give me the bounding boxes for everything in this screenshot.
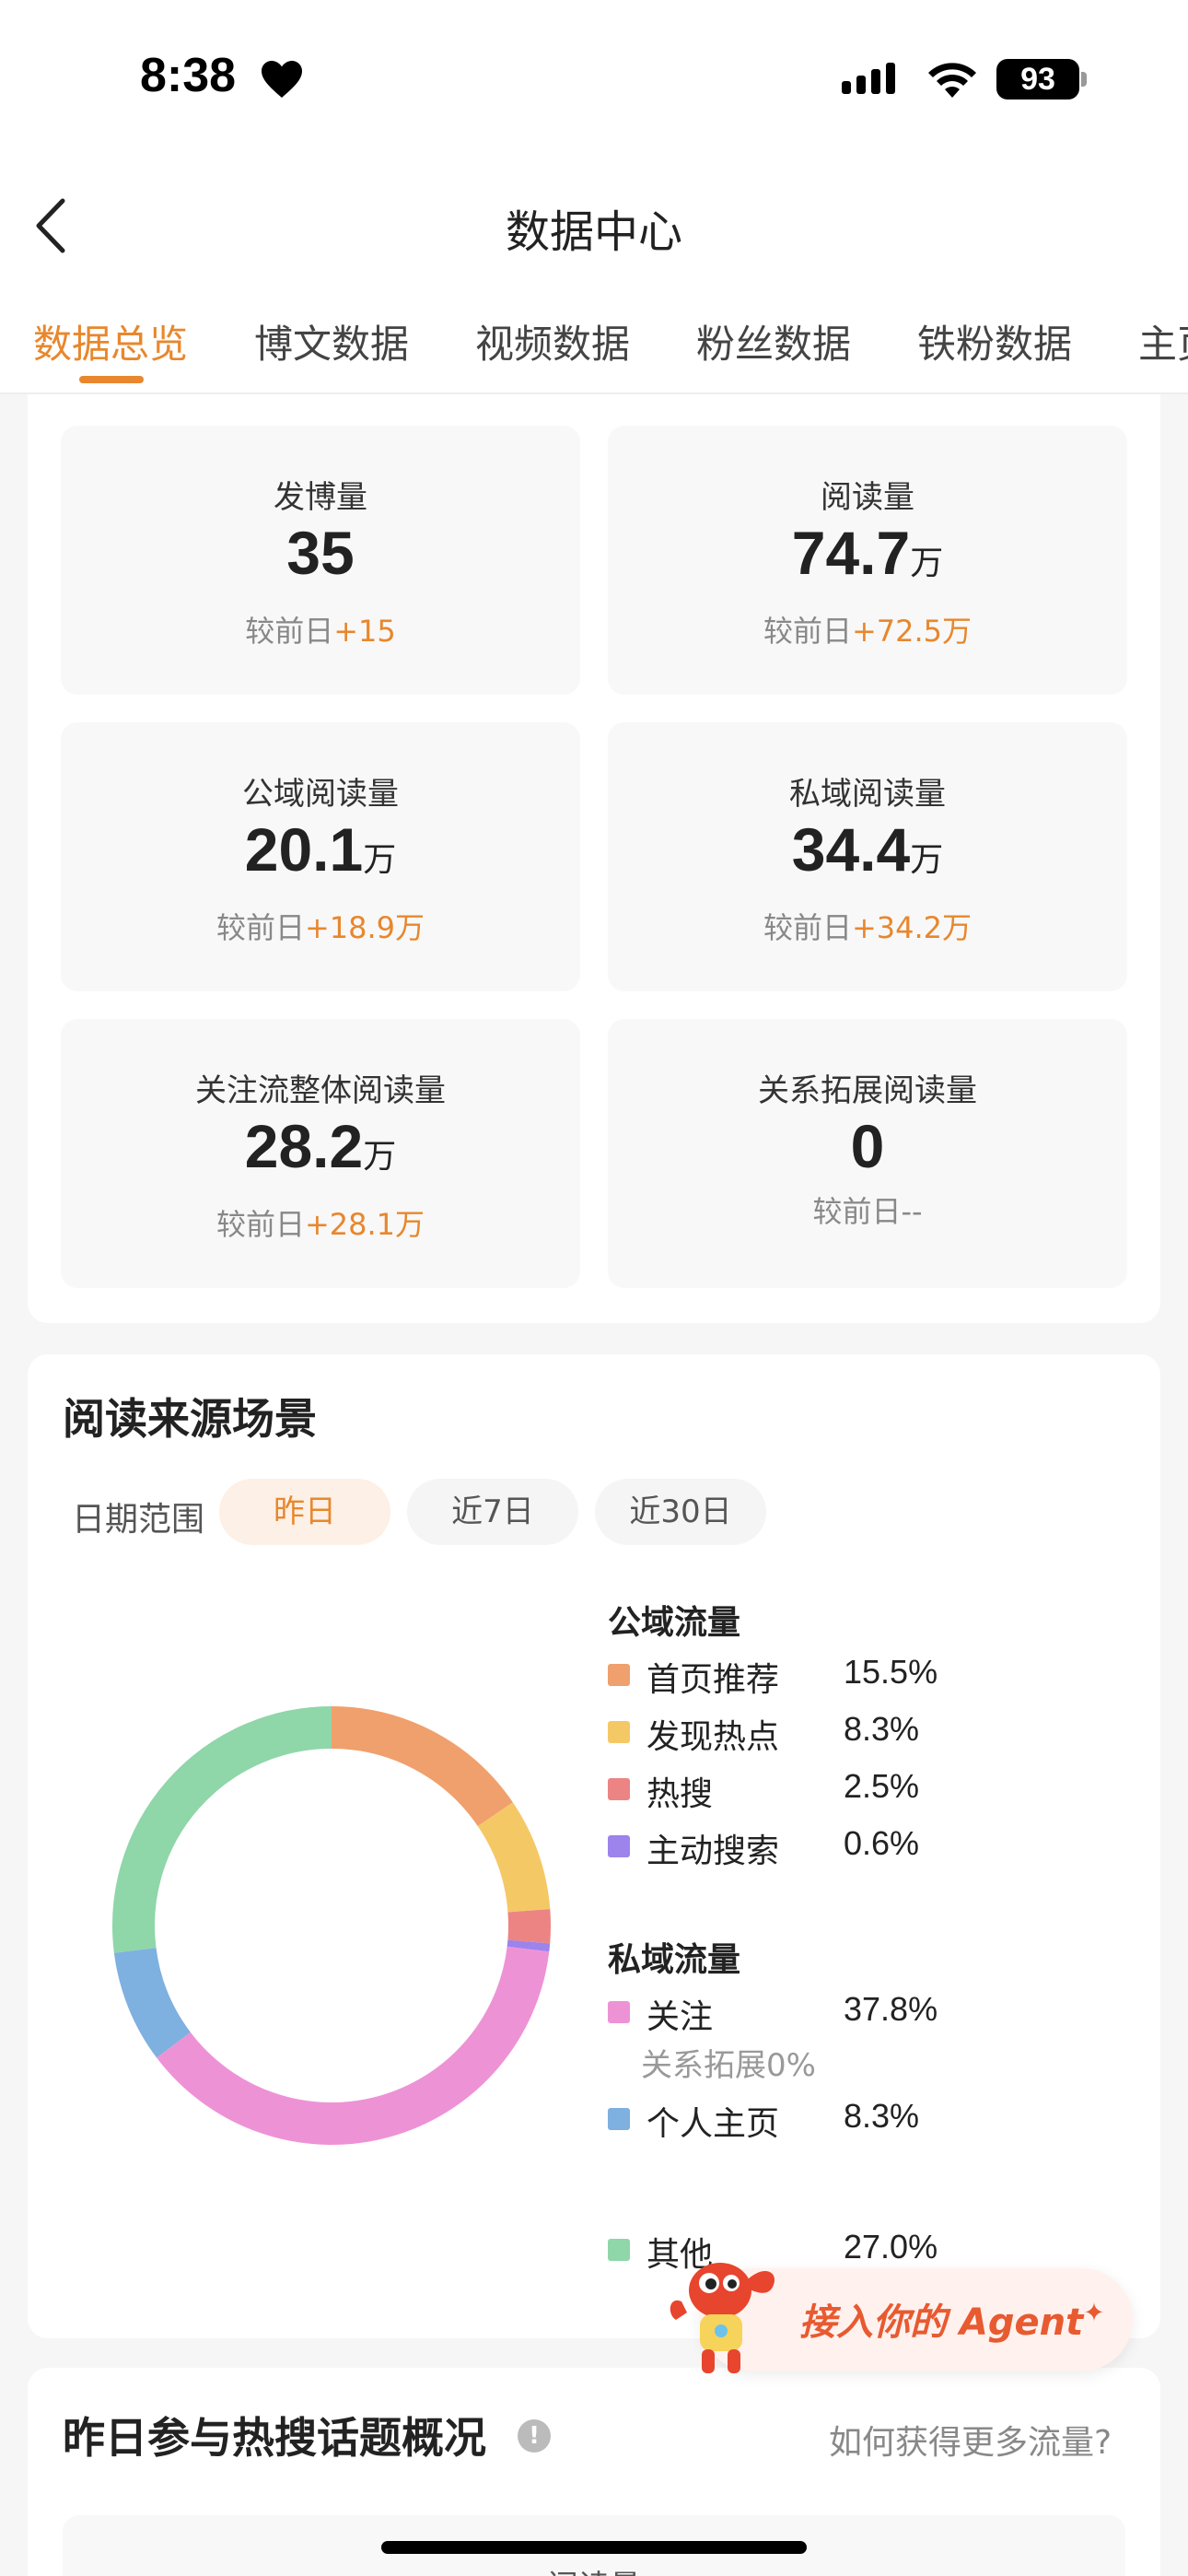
wifi-icon [928, 63, 976, 98]
legend-value: 0.6% [844, 1824, 920, 1862]
stat-label: 公域阅读量 [242, 776, 399, 813]
stat-value: 35 [286, 519, 355, 587]
page-title: 数据中心 [505, 206, 682, 258]
stats-card: 发博量 35 较前日+15 阅读量 74.7万 较前日+72.5万 公域阅读量 … [28, 394, 1160, 1323]
stat-compare: 较前日-- [812, 1194, 923, 1229]
stat-label: 发博量 [274, 479, 367, 516]
stat-follow-feed-reads[interactable]: 关注流整体阅读量 28.2万 较前日+28.1万 [61, 1019, 580, 1288]
section-title: 阅读来源场景 [63, 1394, 317, 1444]
info-icon[interactable]: ! [518, 2419, 551, 2453]
active-tab-indicator [79, 376, 144, 383]
stat-value: 20.1万 [244, 815, 397, 884]
tab-homepage[interactable]: 主页 [1138, 313, 1188, 369]
legend-swatch [608, 1778, 630, 1800]
legend-name: 发现热点 [646, 1718, 780, 1756]
donut-slice [157, 1946, 550, 2145]
agent-button-label: 接入你的 Agent✦ [799, 2297, 1105, 2344]
legend-value: 8.3% [844, 1710, 920, 1748]
source-donut-chart [112, 1706, 551, 2145]
tab-fans[interactable]: 粉丝数据 [696, 313, 851, 369]
tab-iron-fans[interactable]: 铁粉数据 [917, 313, 1072, 369]
stat-compare: 较前日+18.9万 [215, 910, 425, 945]
read-source-card: 阅读来源场景 日期范围 昨日 近7日 近30日 公域流量 首页推荐 15.5% … [28, 1354, 1160, 2338]
range-chip-30days[interactable]: 近30日 [595, 1479, 766, 1545]
date-range-label: 日期范围 [72, 1501, 205, 1539]
public-traffic-title: 公域流量 [608, 1604, 741, 1642]
stat-reads[interactable]: 阅读量 74.7万 较前日+72.5万 [608, 426, 1127, 695]
legend-swatch [608, 2108, 630, 2130]
legend-value: 15.5% [844, 1653, 938, 1691]
heart-icon [262, 61, 302, 98]
stat-compare: 较前日+15 [245, 614, 396, 649]
donut-slice [477, 1802, 551, 1914]
battery-tip [1081, 72, 1087, 87]
stat-label: 阅读量 [821, 479, 914, 516]
stat-value: 28.2万 [244, 1112, 397, 1180]
nav-bar: 数据中心 [0, 157, 1188, 295]
status-bar: 8:38 93 [0, 0, 1188, 157]
legend-swatch [608, 1835, 630, 1857]
more-traffic-link[interactable]: 如何获得更多流量? [829, 2416, 1112, 2464]
legend-name: 关注 [646, 1998, 714, 2036]
donut-slice [507, 1939, 551, 1952]
stat-label: 私域阅读量 [789, 776, 946, 813]
stat-compare: 较前日+72.5万 [763, 614, 973, 649]
stat-value: 0 [850, 1112, 885, 1180]
donut-slice [112, 1706, 332, 1953]
metric-label: 阅读量 [63, 2561, 1125, 2576]
legend-swatch [608, 1721, 630, 1743]
stat-label: 关系拓展阅读量 [758, 1072, 977, 1109]
range-chip-yesterday[interactable]: 昨日 [219, 1479, 390, 1545]
stat-compare: 较前日+34.2万 [763, 910, 973, 945]
cellular-signal-icon [842, 63, 901, 94]
tab-videos[interactable]: 视频数据 [475, 313, 630, 369]
donut-slice [331, 1706, 513, 1827]
legend-value: 37.8% [844, 1990, 938, 2028]
stat-value: 74.7万 [791, 519, 944, 587]
donut-slice [113, 1947, 192, 2058]
tab-posts[interactable]: 博文数据 [254, 313, 409, 369]
legend-value: 2.5% [844, 1767, 920, 1805]
stat-relation-reads[interactable]: 关系拓展阅读量 0 较前日-- [608, 1019, 1127, 1288]
status-time: 8:38 [140, 49, 237, 102]
stat-value: 34.4万 [791, 815, 944, 884]
donut-slice [507, 1909, 551, 1944]
battery-icon: 93 [996, 59, 1079, 100]
tab-overview[interactable]: 数据总览 [33, 313, 188, 369]
legend-swatch [608, 2001, 630, 2023]
legend-name: 个人主页 [646, 2105, 780, 2143]
stat-private-reads[interactable]: 私域阅读量 34.4万 较前日+34.2万 [608, 722, 1127, 991]
legend-value: 27.0% [844, 2228, 938, 2266]
section-title: 昨日参与热搜话题概况 [63, 2413, 486, 2463]
legend-swatch [608, 2239, 630, 2261]
mascot-icon[interactable] [663, 2246, 801, 2384]
range-chip-7days[interactable]: 近7日 [407, 1479, 578, 1545]
stat-label: 关注流整体阅读量 [195, 1072, 446, 1109]
stat-posts[interactable]: 发博量 35 较前日+15 [61, 426, 580, 695]
legend-value: 8.3% [844, 2097, 920, 2135]
legend-swatch [608, 1664, 630, 1686]
relation-expansion-note: 关系拓展0% [641, 2047, 816, 2084]
stat-public-reads[interactable]: 公域阅读量 20.1万 较前日+18.9万 [61, 722, 580, 991]
home-indicator [381, 2541, 807, 2554]
legend-name: 主动搜索 [646, 1832, 780, 1870]
tab-bar: 数据总览 博文数据 视频数据 粉丝数据 铁粉数据 主页 [0, 295, 1188, 394]
legend-name: 首页推荐 [646, 1661, 780, 1699]
legend-name: 热搜 [646, 1775, 714, 1813]
stat-compare: 较前日+28.1万 [215, 1207, 425, 1242]
private-traffic-title: 私域流量 [608, 1941, 741, 1979]
